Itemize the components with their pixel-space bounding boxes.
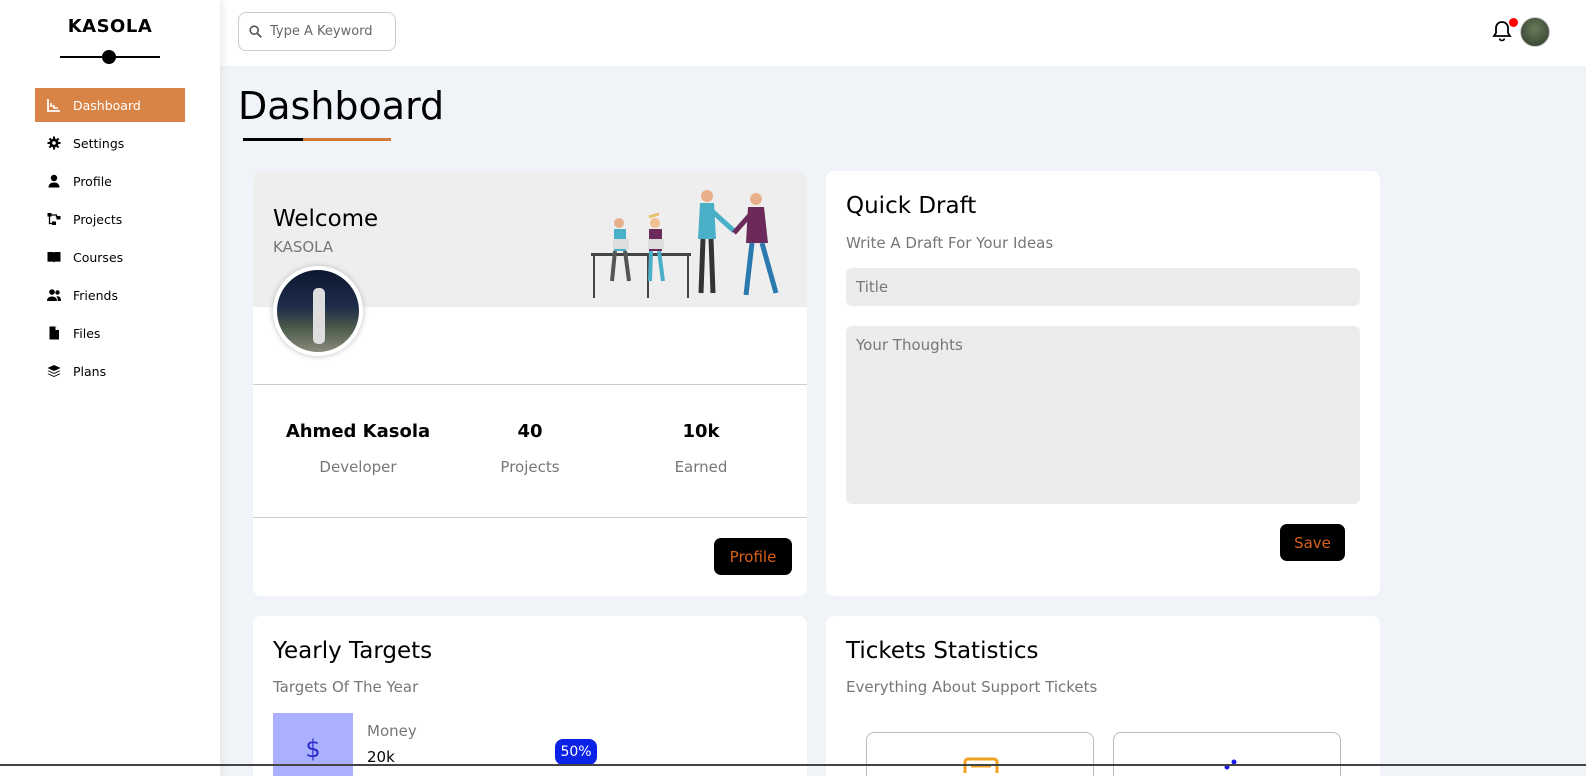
sidebar-item-plans[interactable]: Plans [35, 354, 185, 388]
sidebar-item-friends[interactable]: Friends [35, 278, 185, 312]
notification-badge [1509, 18, 1518, 27]
welcome-card: Welcome KASOLA Ahmed Kasola Developer 40… [253, 171, 807, 596]
top-bar [220, 0, 1586, 66]
ticket-stat-box [866, 732, 1094, 776]
sidebar-nav: Dashboard Settings Profile Projects Cour… [35, 88, 185, 392]
spinner-icon [1224, 759, 1237, 770]
card-subtitle: Write A Draft For Your Ideas [846, 234, 1054, 252]
file-icon [47, 326, 61, 340]
page-title: Dashboard [238, 84, 445, 128]
team-illustration [591, 190, 779, 298]
sidebar: KASOLA Dashboard Settings Profile Projec… [0, 0, 220, 776]
sidebar-item-label: Files [73, 325, 101, 341]
search-icon [249, 25, 262, 38]
stat-value: 40 [517, 421, 543, 442]
search-box[interactable] [238, 12, 396, 51]
brand-dot [102, 50, 116, 64]
sidebar-item-label: Dashboard [73, 97, 141, 113]
sidebar-item-label: Projects [73, 211, 123, 227]
welcome-subtitle: KASOLA [273, 238, 334, 256]
stat-label: Projects [500, 458, 560, 476]
divider [253, 384, 807, 385]
stat-earned: 10k Earned [616, 421, 786, 476]
tickets-statistics-card: Tickets Statistics Everything About Supp… [826, 616, 1380, 776]
sidebar-item-settings[interactable]: Settings [35, 126, 185, 160]
card-title: Tickets Statistics [846, 638, 1039, 664]
book-icon [47, 250, 61, 264]
card-subtitle: Targets Of The Year [273, 678, 419, 696]
stat-name: Ahmed Kasola Developer [273, 421, 443, 476]
welcome-title: Welcome [273, 206, 379, 232]
target-label: Money [367, 722, 417, 740]
quick-draft-card: Quick Draft Write A Draft For Your Ideas… [826, 171, 1380, 596]
chart-icon [47, 98, 61, 112]
ticket-icon [963, 757, 999, 773]
main-content: Dashboard Welcome KASOLA [220, 0, 1586, 776]
search-input[interactable] [270, 24, 390, 39]
dollar-icon: $ [273, 713, 353, 776]
progress-badge: 50% [555, 739, 597, 765]
sidebar-item-label: Plans [73, 363, 107, 379]
stat-value: 10k [682, 421, 720, 442]
stat-projects: 40 Projects [445, 421, 615, 476]
ticket-stat-box [1113, 732, 1341, 776]
card-title: Yearly Targets [273, 638, 433, 664]
draft-body-input[interactable] [846, 326, 1360, 504]
profile-avatar[interactable] [273, 266, 363, 356]
avatar[interactable] [1520, 17, 1550, 47]
sidebar-item-projects[interactable]: Projects [35, 202, 185, 236]
window-edge [0, 764, 1586, 766]
title-underline [243, 138, 303, 141]
sidebar-item-label: Profile [73, 173, 112, 189]
layers-icon [47, 364, 61, 378]
save-button[interactable]: Save [1280, 524, 1345, 561]
sidebar-item-profile[interactable]: Profile [35, 164, 185, 198]
users-icon [47, 288, 61, 302]
diagram-icon [47, 212, 61, 226]
profile-button[interactable]: Profile [714, 538, 792, 575]
divider [253, 517, 807, 518]
card-title: Quick Draft [846, 193, 977, 219]
card-subtitle: Everything About Support Tickets [846, 678, 1098, 696]
title-underline-accent [303, 138, 391, 141]
sidebar-item-label: Friends [73, 287, 118, 303]
draft-title-input[interactable] [846, 268, 1360, 306]
yearly-targets-card: Yearly Targets Targets Of The Year $ Mon… [253, 616, 807, 776]
sidebar-item-courses[interactable]: Courses [35, 240, 185, 274]
gear-icon [47, 136, 61, 150]
user-icon [47, 174, 61, 188]
stat-label: Earned [674, 458, 728, 476]
sidebar-item-files[interactable]: Files [35, 316, 185, 350]
sidebar-item-label: Courses [73, 249, 124, 265]
sidebar-item-dashboard[interactable]: Dashboard [35, 88, 185, 122]
stat-label: Developer [319, 458, 397, 476]
sidebar-item-label: Settings [73, 135, 125, 151]
brand-logo[interactable]: KASOLA [0, 16, 220, 37]
stat-value: Ahmed Kasola [285, 421, 431, 442]
